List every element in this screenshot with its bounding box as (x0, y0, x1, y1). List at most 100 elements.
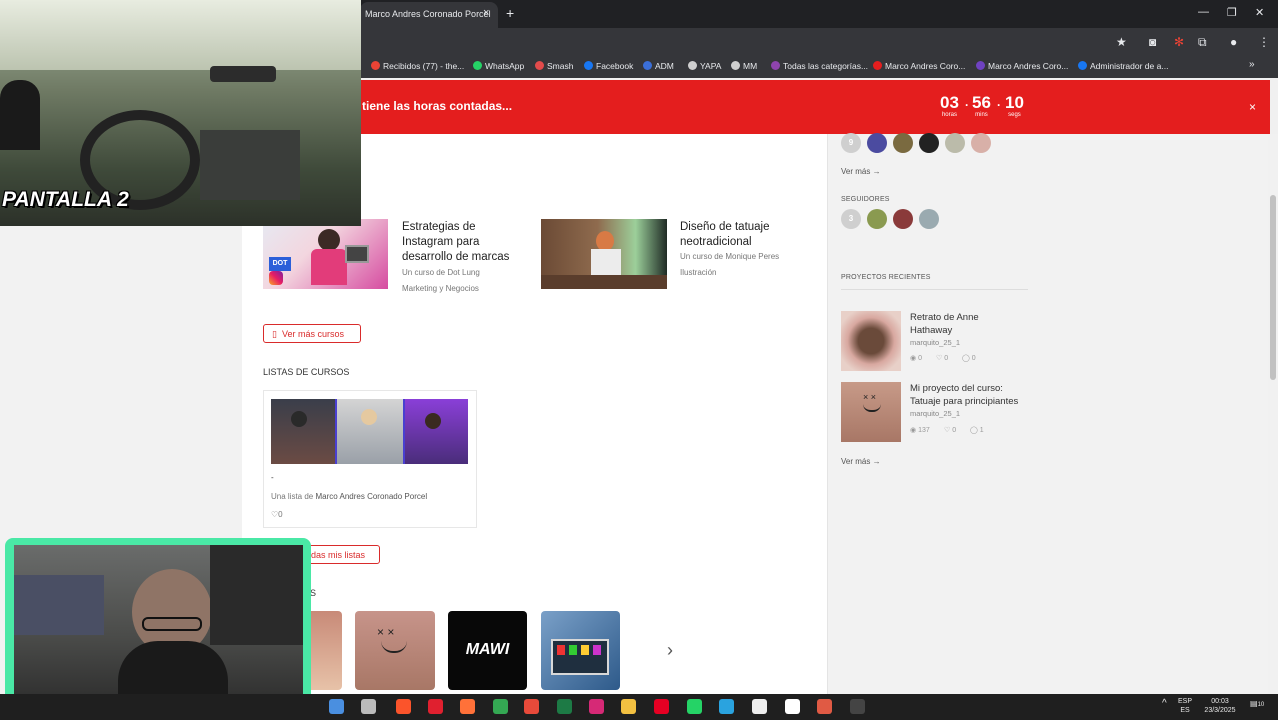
bookmark-favicon-icon (731, 61, 740, 70)
avatar[interactable] (945, 133, 965, 153)
bookmark-item[interactable]: MM (731, 61, 757, 71)
gallery-item[interactable]: MAWI (448, 611, 527, 690)
instagram-icon (269, 271, 283, 285)
course-category[interactable]: Ilustración (680, 268, 716, 277)
language-indicator[interactable]: ESP ES (1178, 697, 1192, 715)
project-title[interactable]: Retrato de Anne Hathaway (910, 311, 979, 337)
brave-icon[interactable] (396, 699, 411, 714)
capcut-icon[interactable] (752, 699, 767, 714)
bookmark-item[interactable]: YAPA (688, 61, 721, 71)
bookmark-item[interactable]: Marco Andres Coro... (976, 61, 1068, 71)
see-more-following-link[interactable]: Ver más → (841, 167, 881, 176)
new-tab-button[interactable]: + (506, 5, 514, 21)
profile-avatar[interactable]: ● (1230, 35, 1237, 49)
all-lists-button[interactable]: das mis listas (300, 545, 380, 564)
extension-icon[interactable]: ✻ (1174, 35, 1184, 49)
instagram-icon[interactable] (589, 699, 604, 714)
bookmark-item[interactable]: Facebook (584, 61, 633, 71)
following-count-badge[interactable]: 9 (841, 133, 861, 153)
list-owner: Una lista de Marco Andres Coronado Porce… (271, 492, 428, 501)
rearview-mirror (210, 66, 276, 82)
app-icon[interactable] (361, 699, 376, 714)
pinterest-icon[interactable] (654, 699, 669, 714)
project-likes: ♡ 0 (944, 427, 957, 434)
bookmark-favicon-icon (584, 61, 593, 70)
eye-icon: ◉ (910, 427, 917, 434)
project-thumbnail[interactable] (841, 311, 901, 371)
bookmark-item[interactable]: Administrador de a... (1078, 61, 1168, 71)
menu-kebab-icon[interactable]: ⋮ (1258, 35, 1270, 49)
project-title[interactable]: Mi proyecto del curso: Tatuaje para princ… (910, 382, 1018, 408)
bookmark-item[interactable]: Recibidos (77) - the... (371, 61, 464, 71)
chrome-icon[interactable] (493, 699, 508, 714)
file-explorer-icon[interactable] (329, 699, 344, 714)
bookmark-item[interactable]: Todas las categorías... (771, 61, 868, 71)
minimize-icon[interactable]: — (1198, 6, 1209, 18)
puzzle-icon[interactable] (817, 699, 832, 714)
avatar[interactable] (867, 209, 887, 229)
extensions-puzzle-icon[interactable]: ⧉ (1198, 35, 1207, 50)
excel-icon[interactable] (557, 699, 572, 714)
tab-close-icon[interactable]: × (483, 7, 489, 19)
bookmark-item[interactable]: ADM (643, 61, 674, 71)
whatsapp-icon[interactable] (687, 699, 702, 714)
more-bookmarks-icon[interactable]: » (1249, 59, 1255, 70)
bookmark-item[interactable]: Marco Andres Coro... (873, 61, 965, 71)
banner-text: tiene las horas contadas... (362, 99, 513, 113)
maximize-icon[interactable]: ❐ (1227, 6, 1237, 19)
gallery-item[interactable]: × × (355, 611, 435, 690)
avatar[interactable] (919, 133, 939, 153)
gallery-item[interactable] (541, 611, 620, 690)
countdown-hours: 03 horas (940, 93, 959, 119)
camera-extension-icon[interactable]: ◙ (1149, 35, 1156, 49)
more-courses-button[interactable]: ▯ Ver más cursos (263, 324, 361, 343)
folder-icon[interactable] (621, 699, 636, 714)
avatar[interactable] (919, 209, 939, 229)
banner-close-icon[interactable]: × (1249, 100, 1256, 114)
opera-icon[interactable] (428, 699, 443, 714)
bookmark-item[interactable]: Smash (535, 61, 573, 71)
list-thumbnail[interactable] (271, 399, 468, 464)
firefox-icon[interactable] (460, 699, 475, 714)
list-title: - (271, 473, 274, 482)
avatar[interactable] (893, 133, 913, 153)
project-user[interactable]: marquito_25_1 (910, 409, 960, 418)
webcam-feed (14, 545, 303, 713)
course-title-tattoo[interactable]: Diseño de tatuaje neotradicional (680, 220, 770, 250)
browser-tab[interactable]: Marco Andres Coronado Porcel (360, 2, 498, 28)
telegram-icon[interactable] (719, 699, 734, 714)
recent-projects-heading: PROYECTOS RECIENTES (841, 274, 931, 281)
list-likes[interactable]: ♡0 (271, 510, 283, 519)
project-thumbnail[interactable]: × × (841, 382, 901, 442)
avatar[interactable] (971, 133, 991, 153)
camera-label: PANTALLA 2 (2, 188, 129, 211)
followers-count-badge[interactable]: 3 (841, 209, 861, 229)
see-more-projects-link[interactable]: Ver más → (841, 457, 881, 466)
heart-icon: ♡ (944, 427, 951, 434)
course-category[interactable]: Marketing y Negocios (402, 284, 479, 293)
countdown-mins: 56 mins (972, 93, 991, 119)
course-author: Un curso de Monique Peres (680, 252, 780, 261)
course-thumbnail-tattoo[interactable] (541, 219, 667, 289)
course-thumbnail-instagram[interactable]: DOT (263, 219, 388, 289)
scrollbar-thumb[interactable] (1270, 195, 1276, 380)
gallery-logo-text: MAWI (465, 641, 510, 658)
project-user[interactable]: marquito_25_1 (910, 338, 960, 347)
close-window-icon[interactable]: ✕ (1255, 6, 1264, 19)
lists-heading: LISTAS DE CURSOS (263, 367, 350, 377)
tray-expand-icon[interactable]: ^ (1162, 699, 1167, 709)
avatar[interactable] (893, 209, 913, 229)
clock[interactable]: 00:03 23/3/2025 (1200, 697, 1240, 715)
notion-icon[interactable] (785, 699, 800, 714)
project-comments: ◯ 0 (962, 355, 976, 362)
notification-center-icon[interactable]: ▤10 (1250, 699, 1264, 710)
gallery-next-arrow-icon[interactable]: › (667, 640, 673, 661)
obs-icon[interactable] (850, 699, 865, 714)
avatar[interactable] (867, 133, 887, 153)
course-title-instagram[interactable]: Estrategias de Instagram para desarrollo d… (402, 220, 509, 265)
todo-icon[interactable] (524, 699, 539, 714)
bookmark-item[interactable]: WhatsApp (473, 61, 524, 71)
bookmark-star-icon[interactable]: ★ (1116, 35, 1127, 49)
bookmark-favicon-icon (688, 61, 697, 70)
followers-heading: SEGUIDORES (841, 196, 890, 203)
